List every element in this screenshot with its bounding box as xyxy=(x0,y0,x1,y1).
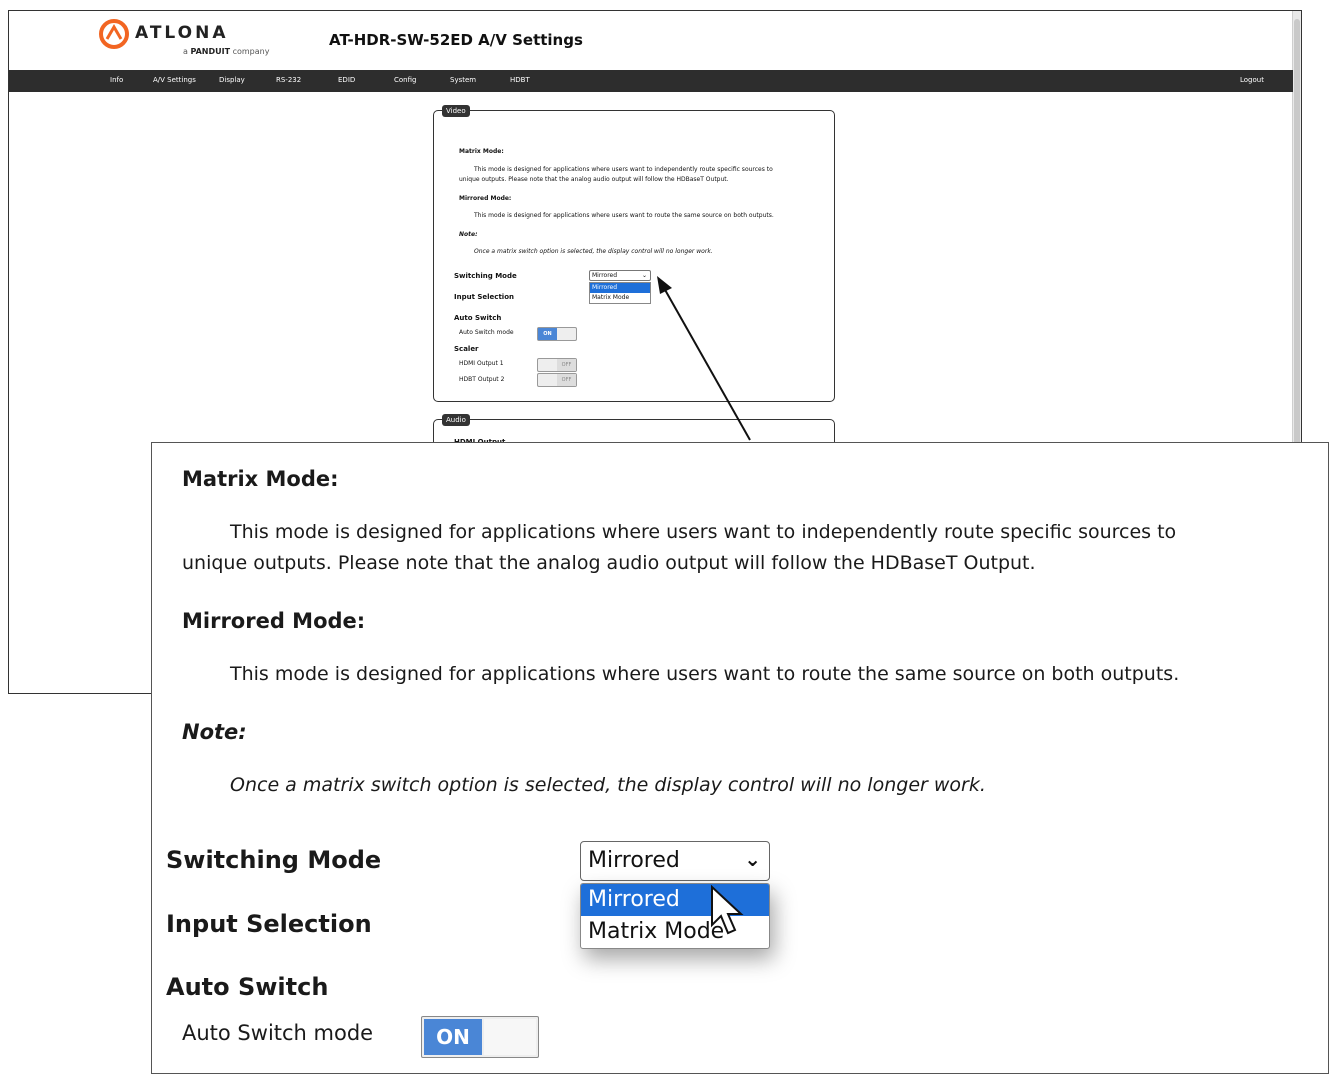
zoom-matrix-mode-text-line2: unique outputs. Please note that the ana… xyxy=(182,552,1036,574)
toggle-knob xyxy=(484,1019,536,1055)
zoom-matrix-mode-text-line1: This mode is designed for applications w… xyxy=(230,521,1177,543)
chevron-down-icon: ⌄ xyxy=(744,847,761,871)
zoom-matrix-mode-heading: Matrix Mode: xyxy=(182,467,339,491)
zoom-mirrored-mode-heading: Mirrored Mode: xyxy=(182,609,366,633)
zoom-switching-mode-value: Mirrored xyxy=(588,848,680,873)
zoom-switching-mode-select[interactable]: Mirrored ⌄ xyxy=(580,841,770,881)
zoom-mirrored-mode-text: This mode is designed for applications w… xyxy=(230,663,1180,685)
zoom-switching-mode-label: Switching Mode xyxy=(166,846,382,874)
zoom-note-heading: Note: xyxy=(182,720,247,744)
zoom-auto-switch-mode-label: Auto Switch mode xyxy=(182,1021,374,1045)
zoomed-video-settings-inset: Matrix Mode: This mode is designed for a… xyxy=(151,442,1329,1074)
zoom-auto-switch-toggle[interactable]: ON xyxy=(421,1016,539,1058)
zoom-auto-switch-label: Auto Switch xyxy=(166,973,329,1001)
zoom-note-text: Once a matrix switch option is selected,… xyxy=(230,774,986,796)
zoom-input-selection-label: Input Selection xyxy=(166,910,372,938)
zoom-auto-switch-state: ON xyxy=(424,1019,482,1055)
mouse-pointer-icon xyxy=(711,885,744,935)
